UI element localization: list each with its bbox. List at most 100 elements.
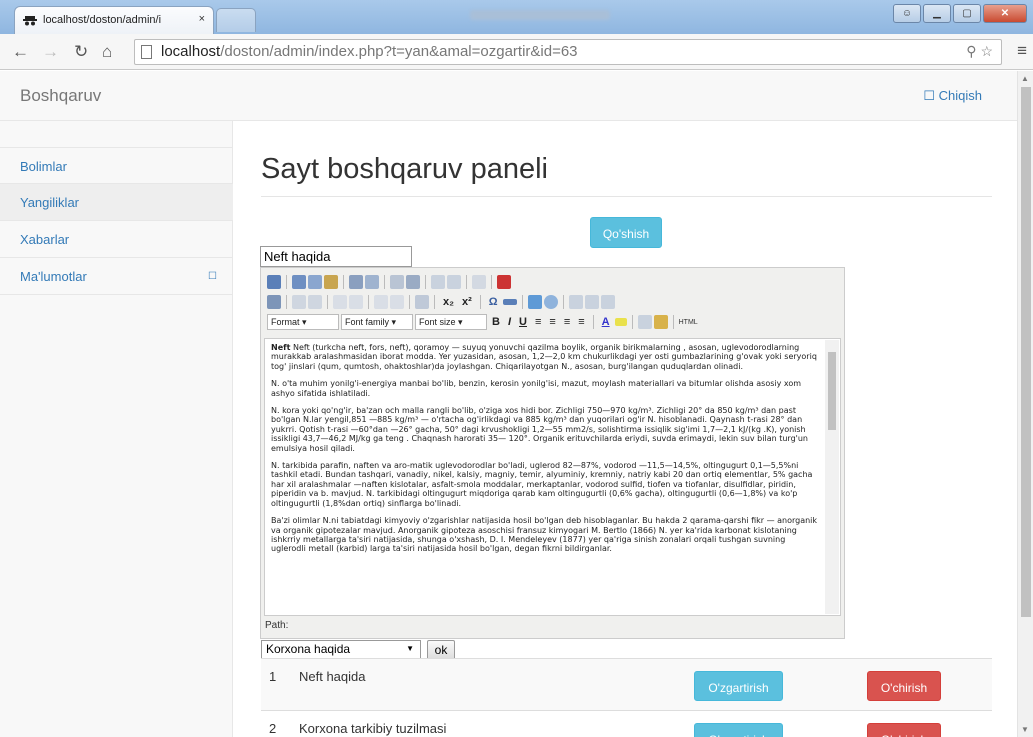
page-title: Sayt boshqaruv paneli: [261, 153, 548, 185]
row-name: Korxona tarkibiy tuzilmasi: [299, 721, 447, 736]
address-bar[interactable]: localhost/doston/admin/index.php?t=yan&a…: [134, 39, 1002, 65]
window-controls: ☺ ▁ ▢ ✕: [893, 4, 1027, 23]
styles-icon[interactable]: [653, 315, 668, 329]
redo-icon[interactable]: [447, 275, 461, 289]
user-icon[interactable]: ☺: [893, 4, 921, 23]
table-row: 1 Neft haqida O'zgartirish O'chirish: [261, 658, 992, 710]
copy-icon[interactable]: [308, 275, 322, 289]
copy-format-icon[interactable]: [584, 295, 599, 309]
insert-icon[interactable]: [390, 295, 404, 309]
window-close-icon[interactable]: ✕: [983, 4, 1027, 23]
visual-aid-icon[interactable]: [568, 295, 583, 309]
edit-button[interactable]: O'zgartirish: [694, 671, 783, 701]
forward-icon[interactable]: →: [42, 42, 59, 62]
help-icon[interactable]: [543, 295, 558, 309]
back-icon[interactable]: ←: [12, 42, 29, 62]
undo-icon[interactable]: [431, 275, 445, 289]
horizontal-rule-icon[interactable]: [502, 299, 517, 305]
hr-icon[interactable]: [415, 295, 429, 309]
tab-close-icon[interactable]: ×: [199, 13, 205, 25]
scroll-down-icon[interactable]: ▼: [1021, 725, 1029, 734]
brand[interactable]: Boshqaruv: [20, 86, 101, 106]
new-document-icon[interactable]: [267, 275, 281, 289]
row-number: 2: [269, 721, 277, 736]
link-icon[interactable]: [472, 275, 486, 289]
table-icon[interactable]: [292, 295, 306, 309]
sidebar-item-malumotlar[interactable]: Ma'lumotlar ☐: [0, 258, 233, 295]
special-char-icon[interactable]: Ω: [486, 296, 501, 308]
paragraph: N. tarkibida parafin, naften va aro-mati…: [271, 461, 813, 508]
logout-link[interactable]: ☐ Chiqish: [923, 88, 982, 104]
sidebar-item-xabarlar[interactable]: Xabarlar: [0, 221, 233, 258]
expand-icon: ☐: [208, 271, 217, 282]
highlight-icon[interactable]: [614, 318, 627, 326]
section-select[interactable]: Korxona haqida ▼: [261, 640, 421, 659]
edit-button[interactable]: O'zgartirish: [694, 723, 783, 737]
font-size-label: Font size: [419, 317, 456, 327]
sidebar-item-yangiliklar[interactable]: Yangiliklar: [0, 184, 233, 221]
paragraph: Neft Neft (turkcha neft, fors, neft), qo…: [271, 343, 817, 371]
paste-icon[interactable]: [324, 275, 338, 289]
media-icon[interactable]: [527, 295, 542, 309]
split-icon[interactable]: [374, 295, 388, 309]
italic-icon[interactable]: I: [505, 316, 514, 328]
chevron-down-icon: ▼: [406, 644, 414, 653]
html-source-icon[interactable]: HTML: [679, 319, 698, 326]
page-scroll-thumb[interactable]: [1021, 87, 1031, 617]
indent-icon[interactable]: [406, 275, 420, 289]
browser-tab[interactable]: localhost/doston/admin/i ×: [14, 6, 214, 34]
new-tab-button[interactable]: [216, 8, 256, 32]
subscript-icon[interactable]: x₂: [440, 296, 457, 308]
cell-icon[interactable]: [333, 295, 347, 309]
home-icon[interactable]: ⌂: [102, 42, 112, 62]
section-select-value: Korxona haqida: [266, 642, 351, 656]
ok-button[interactable]: ok: [427, 640, 455, 660]
editor-toolbar-row-3: Format ▾ Font family ▾ Font size ▾ B I U…: [267, 312, 698, 332]
justify-icon[interactable]: ≡: [575, 316, 587, 328]
maximize-icon[interactable]: ▢: [953, 4, 981, 23]
superscript-icon[interactable]: x²: [459, 296, 475, 308]
align-center-icon[interactable]: ≡: [546, 316, 558, 328]
editor-toolbar-row-2: x₂ x² Ω: [267, 292, 615, 312]
sidebar-item-bolimlar[interactable]: Bolimlar: [0, 147, 233, 184]
scroll-up-icon[interactable]: ▲: [1021, 74, 1029, 83]
incognito-icon: [23, 16, 37, 26]
sidebar-item-label: Ma'lumotlar: [20, 269, 87, 284]
font-family-select[interactable]: Font family ▾: [341, 314, 413, 330]
text-color-icon[interactable]: A: [599, 316, 613, 328]
bold-icon[interactable]: B: [489, 316, 503, 328]
title-field[interactable]: [260, 246, 412, 267]
outdent-icon[interactable]: [390, 275, 404, 289]
top-navbar: Boshqaruv ☐ Chiqish: [0, 71, 1017, 121]
delete-button[interactable]: O'chirish: [867, 723, 941, 737]
remove-format-icon[interactable]: [637, 315, 652, 329]
editor-content[interactable]: Neft Neft (turkcha neft, fors, neft), qo…: [264, 338, 841, 616]
edit-icon[interactable]: [267, 295, 281, 309]
cleanup-icon[interactable]: [497, 275, 511, 289]
row-icon[interactable]: [308, 295, 322, 309]
reload-icon[interactable]: ↻: [74, 42, 88, 62]
merge-icon[interactable]: [349, 295, 363, 309]
page-scrollbar[interactable]: ▲ ▼: [1017, 71, 1033, 737]
delete-button[interactable]: O'chirish: [867, 671, 941, 701]
paragraph: N. o'ta muhim yonilg'i-energiya manbai b…: [271, 379, 802, 398]
editor-scroll-thumb[interactable]: [828, 352, 836, 430]
editor-toolbar-row-1: [267, 272, 511, 292]
add-button[interactable]: Qo'shish: [590, 217, 662, 248]
zoom-star-icons[interactable]: ⚲ ☆: [966, 43, 993, 60]
align-left-icon[interactable]: ≡: [532, 316, 544, 328]
find-icon[interactable]: [349, 275, 363, 289]
paste-format-icon[interactable]: [600, 295, 615, 309]
underline-icon[interactable]: U: [516, 316, 530, 328]
editor-scrollbar[interactable]: [825, 340, 839, 614]
font-size-select[interactable]: Font size ▾: [415, 314, 487, 330]
paragraph: Ba'zi olimlar N.ni tabiatdagi kimyoviy o…: [271, 516, 818, 554]
replace-icon[interactable]: [365, 275, 379, 289]
menu-icon[interactable]: ≡: [1017, 41, 1027, 61]
format-select[interactable]: Format ▾: [267, 314, 339, 330]
align-right-icon[interactable]: ≡: [561, 316, 573, 328]
url-path: /doston/admin/index.php?t=yan&amal=ozgar…: [220, 43, 578, 60]
row-name: Neft haqida: [299, 669, 366, 684]
cut-icon[interactable]: [292, 275, 306, 289]
minimize-icon[interactable]: ▁: [923, 4, 951, 23]
